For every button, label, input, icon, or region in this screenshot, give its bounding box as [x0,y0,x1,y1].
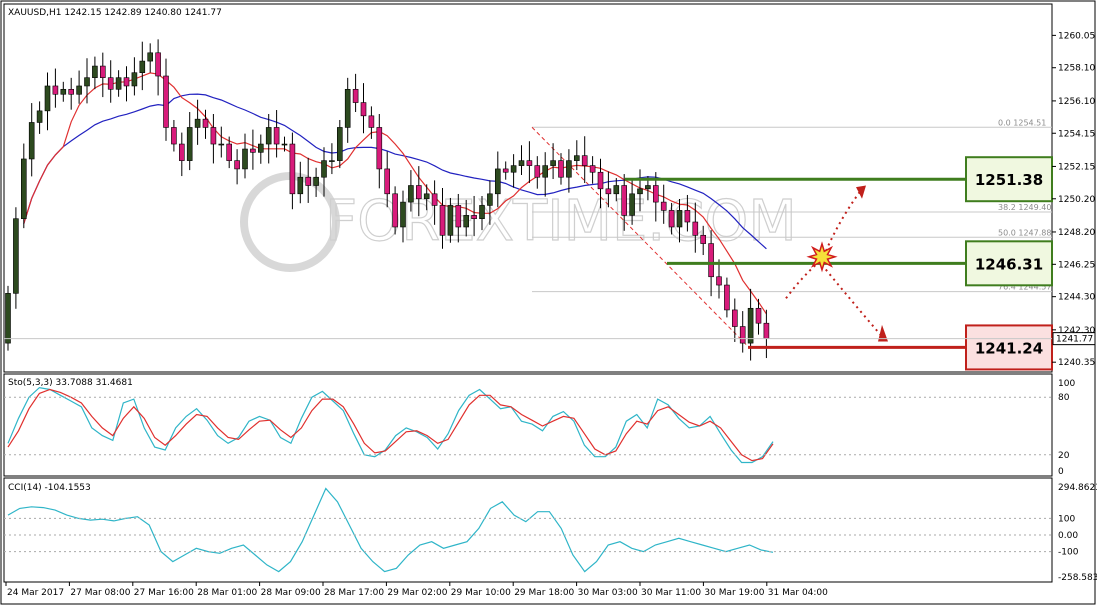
main-pane-frame [3,3,1053,373]
price-tick-label: 1248.20 [1058,228,1095,238]
time-tick-label: 29 Mar 02:00 [387,588,447,598]
candle [336,119,343,169]
time-tick-label: 30 Mar 19:00 [704,588,764,598]
level-label: 1246.31 [975,255,1043,273]
price-tick-label: 1246.25 [1058,260,1095,270]
cci-tick-label: 0.00 [1058,531,1078,541]
fib-level-label: 38.2 1249.40 [998,203,1051,212]
candle [13,207,19,309]
price-tick-label: 1244.30 [1058,293,1095,303]
stochastic-tick-label: 20 [1058,451,1070,461]
price-tick-label: 1258.10 [1058,64,1095,74]
cci-tick-label: 294.8623 [1058,483,1097,493]
price-tick-label: 1260.05 [1058,31,1095,41]
price-tick-label: 1240.35 [1058,358,1095,368]
symbol-header: XAUUSD,H1 1242.15 1242.89 1240.80 1241.7… [8,8,222,18]
cci-tick-label: -258.5831 [1058,573,1097,583]
time-tick-label: 29 Mar 10:00 [451,588,511,598]
cci-header: CCI(14) -104.1553 [8,483,91,493]
time-tick-label: 24 Mar 2017 [7,588,64,598]
stochastic-pane-frame [3,373,1053,477]
chart-canvas: FOREXTIME.COM 0.0 1254.5138.2 1249.4050.… [0,0,1097,605]
time-tick-label: 28 Mar 01:00 [197,588,257,598]
time-tick-label: 30 Mar 03:00 [578,588,638,598]
price-tick-label: 1254.15 [1058,129,1095,139]
time-tick-label: 31 Mar 04:00 [768,588,828,598]
time-tick-label: 29 Mar 18:00 [514,588,574,598]
time-tick-label: 28 Mar 09:00 [261,588,321,598]
price-tick-label: 1256.10 [1058,97,1095,107]
time-tick-label: 27 Mar 16:00 [134,588,194,598]
breakout-burst-icon [806,241,838,273]
fib-level-label: 0.0 1254.51 [998,118,1046,127]
stochastic-tick-label: 0 [1058,467,1064,477]
stochastic-tick-label: 100 [1058,379,1075,389]
cci-tick-label: 100 [1058,514,1075,524]
price-tick-label: 1252.15 [1058,162,1095,172]
level-label: 1241.24 [975,339,1043,357]
candle [392,186,398,235]
time-tick-label: 27 Mar 08:00 [70,588,130,598]
cci-pane-frame [3,477,1053,583]
cci-tick-label: -100 [1058,548,1079,558]
current-price-label: 1241.77 [1056,335,1093,345]
stochastic-header: Sto(5,3,3) 33.7088 31.4681 [8,378,133,388]
candle [5,285,11,351]
time-tick-label: 30 Mar 11:00 [641,588,701,598]
fib-level-label: 50.0 1247.88 [998,228,1051,237]
stochastic-tick-label: 80 [1058,393,1070,403]
time-tick-label: 28 Mar 17:00 [324,588,384,598]
price-tick-label: 1250.20 [1058,195,1095,205]
level-label: 1251.38 [975,171,1043,189]
